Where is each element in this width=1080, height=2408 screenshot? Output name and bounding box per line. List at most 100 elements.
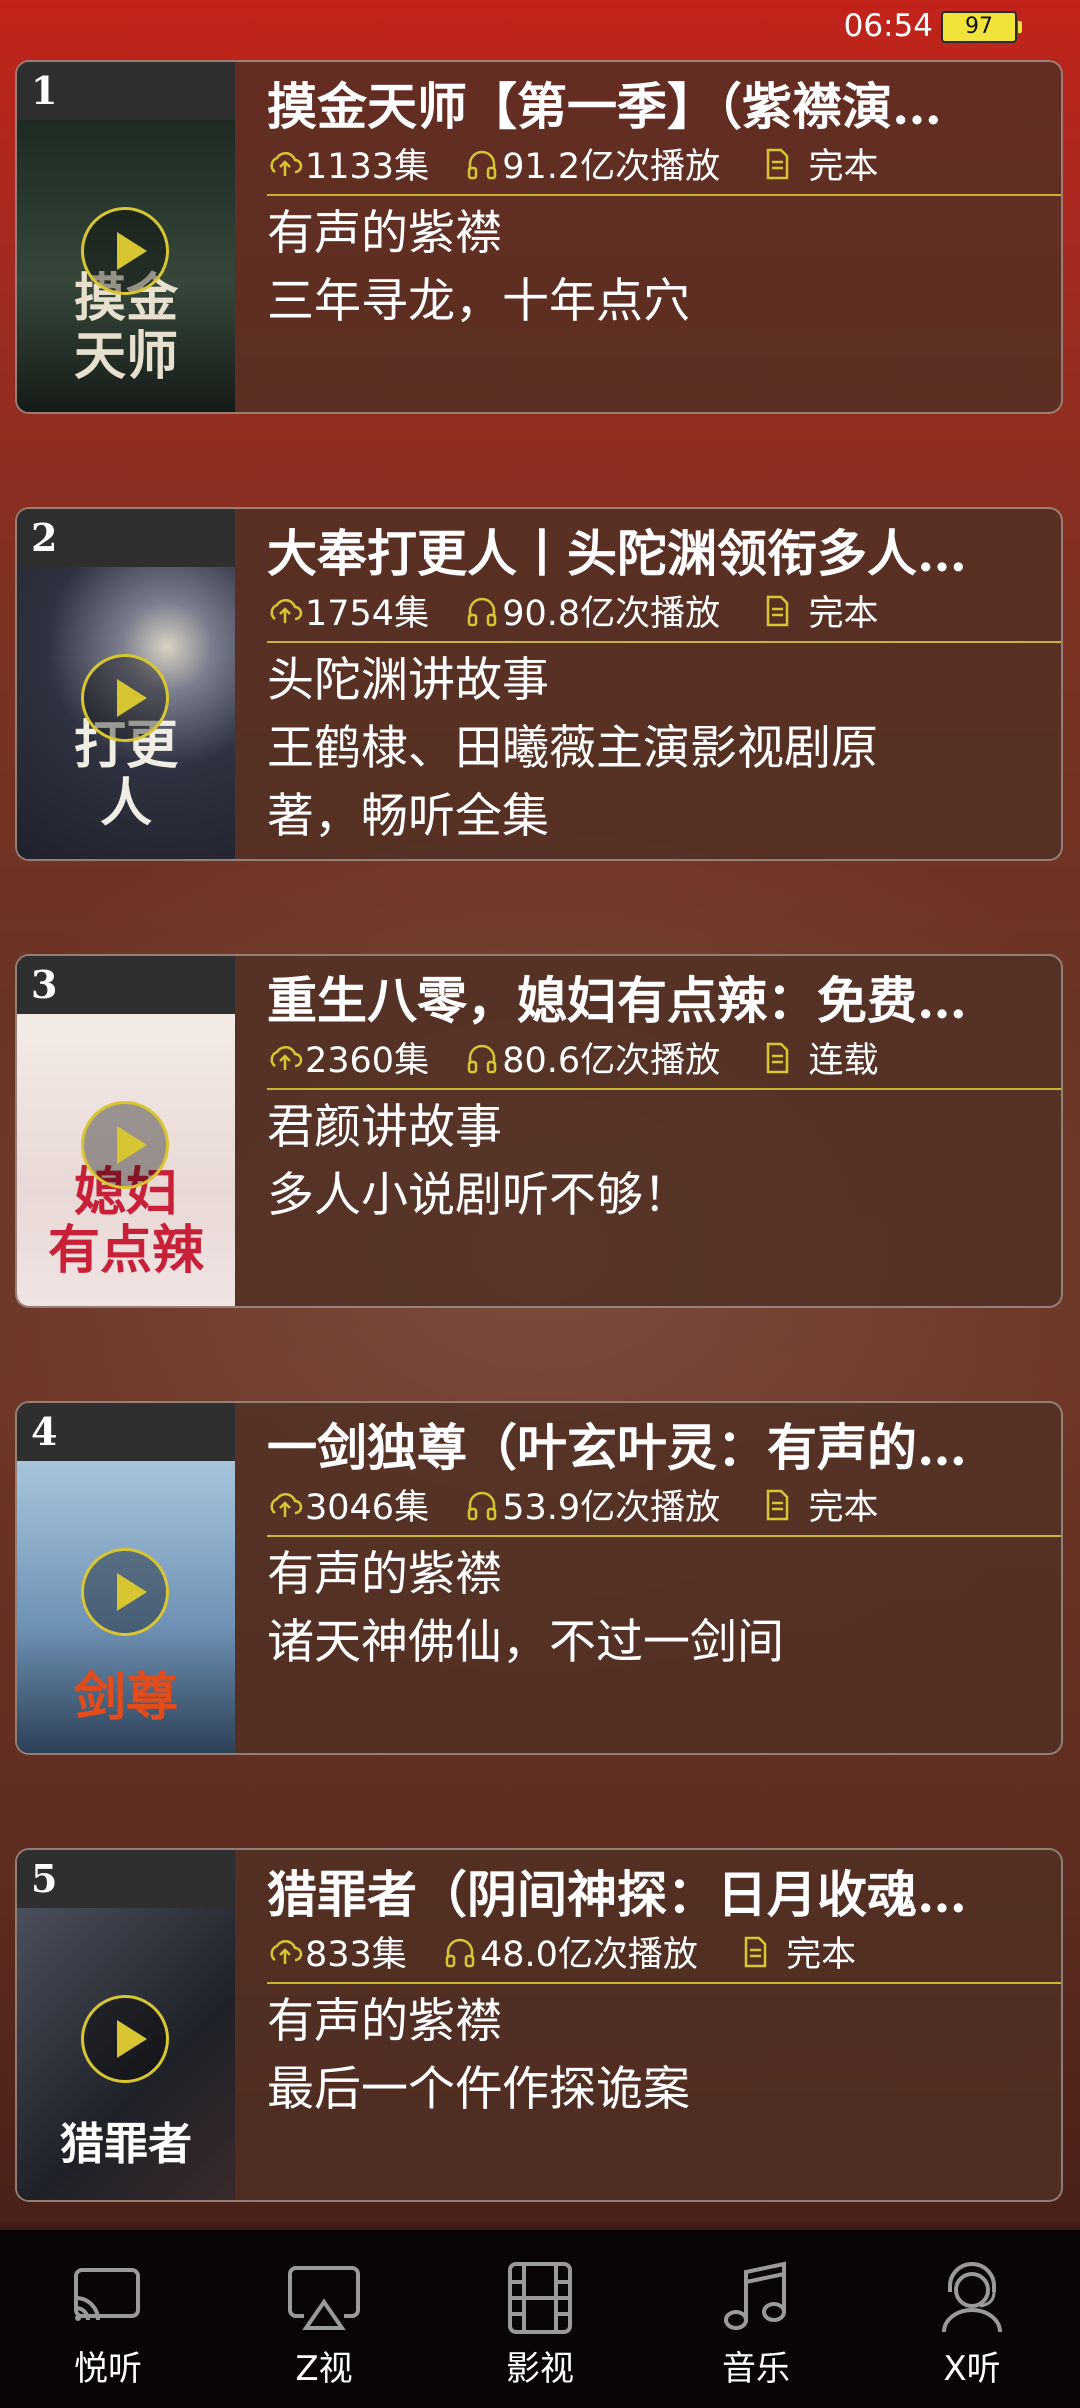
list-item[interactable]: 5 猎罪者 猎罪者（阴间神探：日月收魂… 833集 48.0亿次播放 完本 有声… [15, 1848, 1063, 2202]
rank-number: 2 [17, 509, 235, 567]
item-meta: 2360集 80.6亿次播放 连载 [267, 1038, 1061, 1084]
play-count: 53.9亿次播放 [502, 1488, 721, 1528]
divider [267, 1535, 1061, 1537]
upload-cloud-icon [270, 1492, 303, 1517]
nav-item-yingshi[interactable]: 影视 [470, 2230, 610, 2408]
nav-item-zshi[interactable]: Z视 [254, 2230, 394, 2408]
item-title[interactable]: 一剑独尊（叶玄叶灵：有声的… [267, 1417, 1037, 1479]
rank-number: 3 [17, 956, 235, 1014]
list-item[interactable]: 4 剑尊 一剑独尊（叶玄叶灵：有声的… 3046集 53.9亿次播放 完本 有声… [15, 1401, 1063, 1755]
cover-image[interactable]: 3 媳妇 有点辣 [17, 956, 235, 1306]
cover-image[interactable]: 5 猎罪者 [17, 1850, 235, 2200]
episode-count: 1133集 [305, 147, 430, 187]
play-icon[interactable] [81, 1548, 169, 1636]
play-icon[interactable] [81, 654, 169, 742]
airplay-icon [288, 2266, 360, 2330]
author-line: 有声的紫襟 [267, 1547, 502, 1602]
item-title[interactable]: 摸金天师【第一季】（紫襟演… [267, 76, 1037, 138]
status-label: 连载 [808, 1041, 879, 1081]
cover-title: 剑尊 [73, 1667, 178, 1728]
item-description: 头陀渊讲故事 王鹤棣、田曦薇主演影视剧原 著，畅听全集 [267, 647, 1037, 859]
cover-image[interactable]: 1 摸金 天师 [17, 62, 235, 412]
nav-item-yinyue[interactable]: 音乐 [686, 2230, 826, 2408]
episode-count: 1754集 [305, 594, 430, 634]
status-label: 完本 [808, 594, 879, 634]
headset-user-icon [942, 2262, 1002, 2333]
upload-cloud-icon [270, 151, 303, 176]
list-item[interactable]: 2 打更人 大奉打更人丨头陀渊领衔多人… 1754集 90.8亿次播放 完本 头… [15, 507, 1063, 861]
divider [267, 1088, 1061, 1090]
cover-image[interactable]: 4 剑尊 [17, 1403, 235, 1753]
item-title[interactable]: 猎罪者（阴间神探：日月收魂… [267, 1864, 1037, 1926]
author-line: 有声的紫襟 [267, 206, 502, 261]
summary-line: 三年寻龙，十年点穴 [267, 274, 690, 329]
nav-label: Z视 [295, 2349, 353, 2389]
nav-item-yueting[interactable]: 悦听 [38, 2230, 178, 2408]
play-count: 80.6亿次播放 [502, 1041, 721, 1081]
upload-cloud-icon [270, 1939, 303, 1964]
document-icon [767, 1489, 789, 1521]
headphones-icon [467, 150, 497, 180]
cover-image[interactable]: 2 打更人 [17, 509, 235, 859]
cast-icon [74, 2268, 140, 2321]
list-item[interactable]: 3 媳妇 有点辣 重生八零，媳妇有点辣：免费… 2360集 80.6亿次播放 连载… [15, 954, 1063, 1308]
item-title[interactable]: 大奉打更人丨头陀渊领衔多人… [267, 523, 1037, 585]
nav-label: 悦听 [74, 2349, 142, 2389]
item-description: 有声的紫襟 三年寻龙，十年点穴 [267, 200, 1037, 412]
summary-line: 最后一个仵作探诡案 [267, 2062, 690, 2117]
divider [267, 641, 1061, 643]
play-icon[interactable] [81, 1101, 169, 1189]
battery-indicator: 97 [941, 11, 1022, 43]
rank-number: 4 [17, 1403, 235, 1461]
author-line: 头陀渊讲故事 [267, 653, 549, 708]
upload-cloud-icon [270, 598, 303, 623]
document-icon [744, 1936, 767, 1968]
divider [267, 194, 1061, 196]
summary-line: 多人小说剧听不够！ [267, 1168, 690, 1223]
play-count: 90.8亿次播放 [502, 594, 721, 634]
item-meta: 1133集 91.2亿次播放 完本 [267, 144, 1061, 190]
document-icon [767, 148, 789, 180]
item-title[interactable]: 重生八零，媳妇有点辣：免费… [267, 970, 1037, 1032]
episode-count: 3046集 [305, 1488, 430, 1528]
nav-label: 影视 [506, 2349, 574, 2389]
author-line: 君颜讲故事 [267, 1100, 502, 1155]
bottom-nav: 悦听 Z视 影视 音乐 X听 [0, 2230, 1080, 2408]
status-bar: 06:54 97 [0, 0, 1080, 52]
summary-line: 王鹤棣、田曦薇主演影视剧原 [267, 721, 878, 776]
nav-item-xting[interactable]: X听 [902, 2230, 1042, 2408]
author-line: 有声的紫襟 [267, 1994, 502, 2049]
play-icon[interactable] [81, 1995, 169, 2083]
episode-count: 833集 [305, 1935, 407, 1975]
film-icon [508, 2262, 572, 2334]
nav-label: 音乐 [722, 2349, 790, 2389]
upload-cloud-icon [270, 1045, 303, 1070]
headphones-icon [467, 1044, 497, 1074]
item-meta: 833集 48.0亿次播放 完本 [267, 1932, 1061, 1978]
headphones-icon [467, 1491, 497, 1521]
music-icon [724, 2261, 786, 2330]
summary-line: 诸天神佛仙，不过一剑间 [267, 1615, 784, 1670]
item-meta: 1754集 90.8亿次播放 完本 [267, 591, 1061, 637]
episode-count: 2360集 [305, 1041, 430, 1081]
document-icon [767, 595, 789, 627]
item-meta: 3046集 53.9亿次播放 完本 [267, 1485, 1061, 1531]
play-count: 48.0亿次播放 [479, 1935, 698, 1975]
item-description: 君颜讲故事 多人小说剧听不够！ [267, 1094, 1037, 1306]
status-label: 完本 [786, 1935, 857, 1975]
cover-title: 猎罪者 [60, 2119, 192, 2170]
headphones-icon [445, 1938, 475, 1968]
status-label: 完本 [808, 1488, 879, 1528]
rank-number: 5 [17, 1850, 235, 1908]
play-icon[interactable] [81, 207, 169, 295]
divider [267, 1982, 1061, 1984]
status-label: 完本 [808, 147, 879, 187]
summary-line: 著，畅听全集 [267, 789, 549, 844]
list-item[interactable]: 1 摸金 天师 摸金天师【第一季】（紫襟演… 1133集 91.2亿次播放 完本 … [15, 60, 1063, 414]
nav-label: X听 [943, 2349, 1001, 2389]
document-icon [767, 1042, 789, 1074]
item-description: 有声的紫襟 诸天神佛仙，不过一剑间 [267, 1541, 1037, 1753]
play-count: 91.2亿次播放 [502, 147, 721, 187]
rank-number: 1 [17, 62, 235, 120]
headphones-icon [467, 597, 497, 627]
